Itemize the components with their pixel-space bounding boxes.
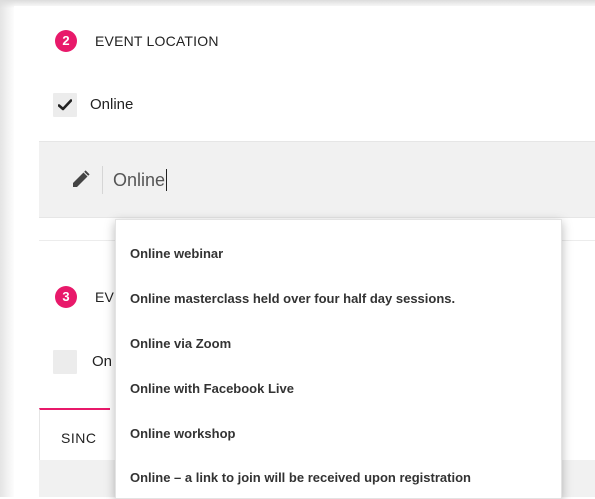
checkmark-icon [58,99,72,111]
section-3-checkbox[interactable] [53,350,77,374]
online-checkbox[interactable] [53,93,77,117]
step-badge-3: 3 [55,286,77,308]
input-divider [102,166,103,194]
step-badge-2: 2 [55,30,77,52]
autocomplete-item[interactable]: Online masterclass held over four half d… [130,291,455,306]
section-3-checkbox-label[interactable]: On [92,353,112,370]
autocomplete-item[interactable]: Online workshop [130,426,235,441]
autocomplete-item[interactable]: Online with Facebook Live [130,381,294,396]
autocomplete-item[interactable]: Online via Zoom [130,336,231,351]
location-input-field[interactable]: Online [39,141,595,218]
section-title-next: EV [95,289,115,305]
window-shadow-left [0,0,15,497]
pencil-icon [73,170,90,187]
location-input-value[interactable]: Online [113,166,168,194]
online-checkbox-label[interactable]: Online [90,96,133,113]
autocomplete-item[interactable]: Online – a link to join will be received… [130,470,471,485]
location-input-text: Online [113,170,166,190]
autocomplete-item[interactable]: Online webinar [130,246,223,261]
autocomplete-dropdown: Online webinar Online masterclass held o… [115,219,562,499]
section-title-event-location: EVENT LOCATION [95,33,219,49]
tab-single-label[interactable]: SINC [61,430,96,446]
text-caret [166,168,168,191]
